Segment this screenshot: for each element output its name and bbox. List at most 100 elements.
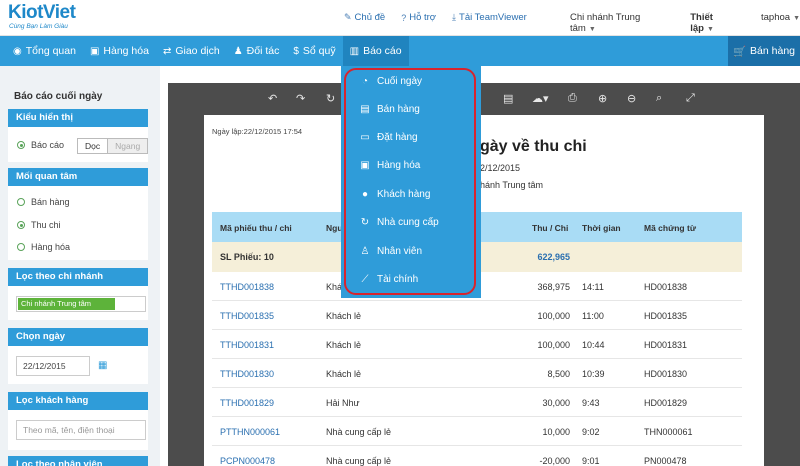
row-ref: HD001831 (644, 340, 688, 350)
row-code[interactable]: TTHD001835 (220, 311, 274, 321)
theme-link[interactable]: ✎ Chủ đề (344, 12, 385, 23)
logo-text: KiotViet (8, 2, 76, 23)
row-ref: THN000061 (644, 427, 693, 437)
date-header[interactable]: Chọn ngày (8, 328, 148, 346)
row-amount: -20,000 (539, 456, 570, 466)
radio-checked-icon (17, 141, 25, 149)
menu-item-end-of-day[interactable]: ◔ Cuối ngày (360, 76, 422, 87)
cart-icon: 🛒 (732, 45, 747, 58)
top-bar: KiotViet Cùng Bạn Làm Giàu ✎ Chủ đề ? Hỗ t… (0, 0, 800, 36)
nav-transactions[interactable]: ⇄ Giao dịch (156, 36, 227, 66)
row-ref: HD001838 (644, 282, 688, 292)
row-ref: PN000478 (644, 456, 687, 466)
table-row: TTHD001835 Khách lẻ 100,000 11:00 HD0018… (212, 301, 742, 330)
help-circle-icon: ? (401, 12, 407, 23)
row-person: Khách lẻ (326, 340, 362, 350)
document-icon: ▤ (360, 104, 370, 115)
redo-icon[interactable]: ↷ (296, 92, 305, 105)
zoom-out-icon[interactable]: ⊖ (627, 92, 636, 105)
refresh-icon[interactable]: ↻ (326, 92, 335, 105)
row-person: Khá (326, 282, 343, 292)
menu-item-staff[interactable]: ♙ Nhân viên (360, 246, 423, 257)
row-code[interactable]: TTHD001829 (220, 398, 274, 408)
row-code[interactable]: TTHD001830 (220, 369, 274, 379)
row-ref: HD001835 (644, 311, 688, 321)
fullscreen-icon[interactable]: ⤢ (686, 92, 695, 105)
save-icon[interactable]: ▤ (503, 92, 513, 105)
branch-filter-header[interactable]: Lọc theo chi nhánh (8, 268, 148, 286)
row-amount: 100,000 (537, 311, 570, 321)
date-input[interactable]: 22/12/2015 (16, 356, 90, 376)
menu-item-orders[interactable]: ▭ Đặt hàng (360, 132, 417, 143)
radio-checked-icon (17, 221, 25, 229)
person-icon: ♟ (233, 45, 243, 57)
user-menu[interactable]: taphoa ▼ (761, 12, 800, 34)
sidebar-title: Báo cáo cuối ngày (14, 91, 103, 102)
orientation-toggle: Dọc Ngang (77, 138, 149, 154)
zoom-in-icon[interactable]: ⊕ (598, 92, 607, 105)
branch-tag[interactable]: Chi nhánh Trung tâm (18, 298, 115, 310)
row-code[interactable]: TTHD001838 (220, 282, 274, 292)
branch-filter-input[interactable]: Chi nhánh Trung tâm (16, 296, 146, 312)
logo[interactable]: KiotViet Cùng Bạn Làm Giàu (8, 2, 76, 31)
horizontal-toggle[interactable]: Ngang (108, 139, 148, 153)
radio-icon (17, 243, 25, 251)
nav-reports[interactable]: ▥ Báo cáo (342, 36, 409, 66)
pie-chart-icon: ◔ (361, 76, 369, 87)
top-links: ✎ Chủ đề ? Hỗ trợ ⤓ Tải TeamViewer (344, 12, 527, 23)
row-time: 10:39 (582, 369, 605, 379)
line-chart-icon: ⟋ (361, 274, 369, 285)
menu-item-suppliers[interactable]: ↻ Nhà cung cấp (360, 217, 439, 228)
row-time: 9:01 (582, 456, 600, 466)
col-time: Thời gian (582, 223, 621, 233)
nav-products[interactable]: ▣ Hàng hóa (83, 36, 156, 66)
support-link[interactable]: ? Hỗ trợ (401, 12, 436, 23)
row-code[interactable]: PTTHN000061 (220, 427, 280, 437)
calendar-icon[interactable]: ▦ (98, 360, 107, 371)
radio-icon (17, 198, 25, 206)
row-amount: 100,000 (537, 340, 570, 350)
row-person: Nhà cung cấp lẻ (326, 456, 392, 466)
table-row: TTHD001829 Hải Như 30,000 9:43 HD001829 (212, 388, 742, 417)
vertical-toggle[interactable]: Dọc (78, 139, 109, 153)
col-code: Mã phiếu thu / chi (220, 223, 292, 233)
teamviewer-link[interactable]: ⤓ Tải TeamViewer (452, 12, 527, 23)
table-row: TTHD001830 Khách lẻ 8,500 10:39 HD001830 (212, 359, 742, 388)
row-code[interactable]: PCPN000478 (220, 456, 275, 466)
undo-icon[interactable]: ↶ (268, 92, 277, 105)
row-code[interactable]: TTHD001831 (220, 340, 274, 350)
table-row: PTTHN000061 Nhà cung cấp lẻ 10,000 9:02 … (212, 417, 742, 446)
search-icon[interactable]: ⌕ (656, 92, 662, 105)
row-time: 9:02 (582, 427, 600, 437)
concern-products-radio[interactable]: Hàng hóa (17, 242, 70, 252)
nav-partners[interactable]: ♟ Đối tác (227, 36, 287, 66)
row-person: Khách lẻ (326, 311, 362, 321)
print-icon[interactable]: ⎙ (568, 92, 577, 105)
bar-chart-icon: ▥ (349, 45, 360, 57)
display-type-header[interactable]: Kiểu hiển thị (8, 109, 148, 127)
report-title: gày về thu chi (480, 138, 587, 155)
staff-filter-header[interactable]: Lọc theo nhân viên (8, 456, 148, 466)
caret-down-icon: ▼ (588, 26, 596, 33)
concern-sales-radio[interactable]: Bán hàng (17, 197, 70, 207)
menu-item-products[interactable]: ▣ Hàng hóa (360, 160, 420, 171)
customer-filter-header[interactable]: Lọc khách hàng (8, 392, 148, 410)
concern-header[interactable]: Mối quan tâm (8, 168, 148, 186)
display-report-radio[interactable]: Báo cáo (17, 140, 64, 150)
row-amount: 10,000 (542, 427, 570, 437)
concern-cashflow-radio[interactable]: Thu chi (17, 220, 61, 230)
row-time: 9:43 (582, 398, 600, 408)
customer-search-input[interactable]: Theo mã, tên, điện thoại (16, 420, 146, 440)
box-icon: ▣ (89, 45, 100, 57)
report-branch: hánh Trung tâm (480, 180, 544, 190)
top-right: Chi nhánh Trung tâm ▼ Thiết lập ▼ taphoa ▼ (570, 12, 800, 34)
sell-button[interactable]: 🛒 Bán hàng (728, 36, 800, 66)
nav-cashbook[interactable]: $ Sổ quỹ (286, 36, 342, 66)
export-icon[interactable]: ☁▾ (532, 92, 549, 105)
settings-menu[interactable]: Thiết lập ▼ (690, 12, 739, 34)
menu-item-sales[interactable]: ▤ Bán hàng (360, 104, 420, 115)
menu-item-customers[interactable]: ● Khách hàng (360, 189, 430, 200)
menu-item-finance[interactable]: ⟋ Tài chính (360, 274, 419, 285)
branch-selector[interactable]: Chi nhánh Trung tâm ▼ (570, 12, 668, 34)
nav-overview[interactable]: ◉ Tổng quan (6, 36, 83, 66)
